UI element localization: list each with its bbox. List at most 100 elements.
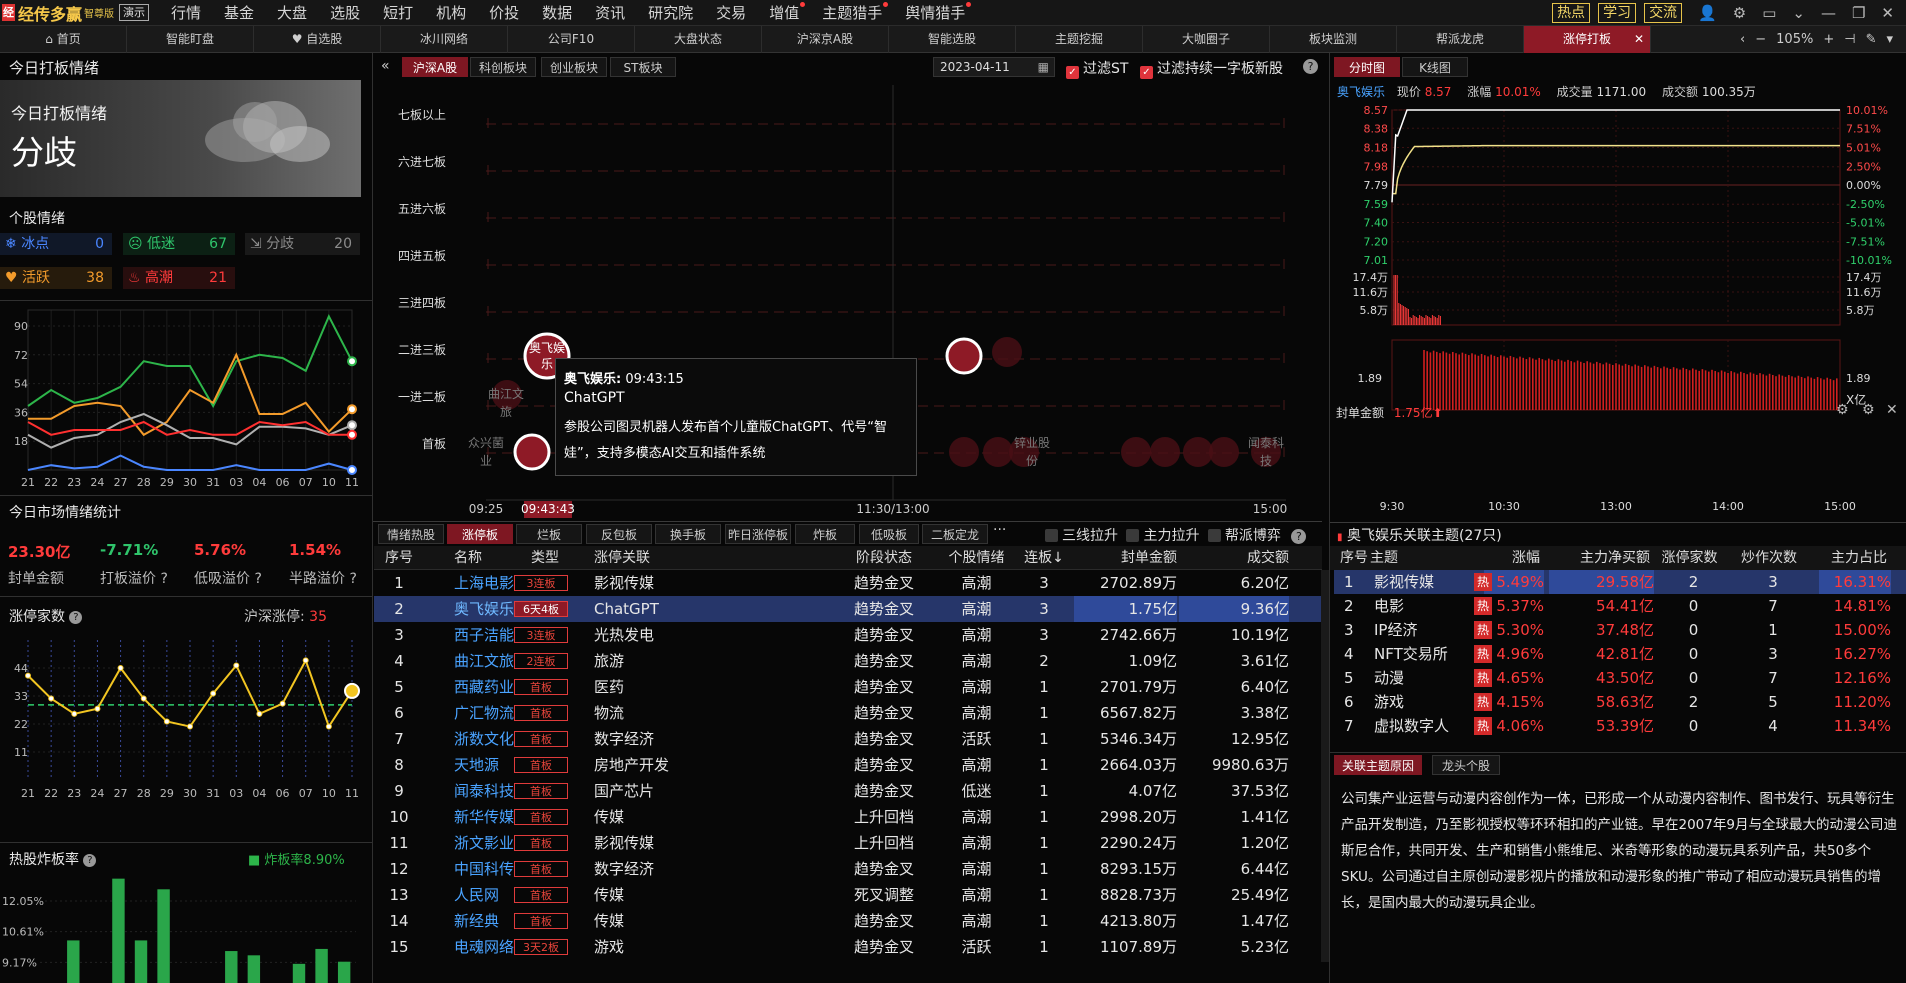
tab-topic-reason[interactable]: 关联主题原因	[1334, 755, 1422, 775]
column-header[interactable]: 序号	[384, 546, 414, 570]
collapse-left-icon[interactable]: «	[381, 58, 390, 74]
list-tab[interactable]: 炸板	[795, 524, 855, 544]
minimize-icon[interactable]: —	[1821, 0, 1836, 26]
close-icon[interactable]: ✕	[1886, 402, 1898, 418]
tab-item[interactable]: 冰川网络	[381, 25, 508, 53]
column-header[interactable]: 封单金额	[1074, 546, 1177, 570]
check-main-force[interactable]: 主力拉升	[1126, 528, 1199, 544]
board-tab[interactable]: 科创板块	[470, 57, 536, 77]
list-tab[interactable]: 涨停板	[447, 524, 513, 544]
mood-tag[interactable]: ☹ 低迷 67	[123, 233, 235, 255]
table-row[interactable]: 12 中国科传 首板 数字经济 趋势金叉 高潮 1 8293.15万 6.44亿	[374, 856, 1321, 882]
tab-item[interactable]: 大盘状态	[635, 25, 762, 53]
table-row[interactable]: 11 浙文影业 首板 影视传媒 上升回档 高潮 1 2290.24万 1.20亿	[374, 830, 1321, 856]
pen-icon[interactable]: ✎	[1866, 32, 1877, 47]
topic-row[interactable]: 5 动漫 4.65% 43.50亿 0 7 12.16% 热	[1334, 666, 1906, 690]
list-tab[interactable]: 昨日涨停板	[725, 524, 791, 544]
board-tab[interactable]: 沪深A股	[402, 57, 468, 77]
topic-column-header[interactable]: 炒作次数	[1735, 546, 1803, 570]
table-row[interactable]: 15 电魂网络 3天2板 游戏 趋势金叉 活跃 1 1107.89万 5.23亿	[374, 934, 1321, 960]
menu-item[interactable]: 交易	[716, 2, 746, 23]
topic-column-header[interactable]: 序号	[1340, 546, 1368, 570]
tab-item[interactable]: 公司F10	[508, 25, 635, 53]
learn-button[interactable]: 学习	[1598, 3, 1637, 23]
menu-item[interactable]: 数据	[542, 2, 572, 23]
table-row[interactable]: 4 曲江文旅 2连板 旅游 趋势金叉 高潮 2 1.09亿 3.61亿	[374, 648, 1321, 674]
menu-item[interactable]: 研究院	[648, 2, 693, 23]
menu-item[interactable]: 大盘	[277, 2, 307, 23]
pin-icon[interactable]: ⊣	[1844, 32, 1855, 47]
table-row[interactable]: 7 浙数文化 首板 数字经济 趋势金叉 活跃 1 5346.34万 12.95亿	[374, 726, 1321, 752]
column-header[interactable]: 成交额	[1179, 546, 1289, 570]
board-tab[interactable]: ST板块	[610, 57, 676, 77]
menu-item[interactable]: 选股	[330, 2, 360, 23]
topic-row[interactable]: 4 NFT交易所 4.96% 42.81亿 0 3 16.27% 热	[1334, 642, 1906, 666]
column-header[interactable]: 类型	[496, 546, 594, 570]
list-tab[interactable]: 低吸板	[859, 524, 919, 544]
list-tab[interactable]: 换手板	[655, 524, 721, 544]
menu-item[interactable]: 行情	[171, 2, 201, 23]
tab-item[interactable]: 沪深京A股	[762, 25, 889, 53]
chevron-left-icon[interactable]: ‹	[1740, 32, 1745, 47]
column-header[interactable]: 阶段状态	[834, 546, 934, 570]
gear-icon[interactable]: ⚙	[1836, 402, 1849, 418]
tab-item[interactable]: 帮派龙虎	[1397, 25, 1524, 53]
chevron-down-icon[interactable]: ⌄	[1792, 0, 1805, 26]
zoom-minus-icon[interactable]: −	[1755, 32, 1766, 47]
date-picker[interactable]: 2023-04-11 ▦	[933, 57, 1055, 77]
menu-item[interactable]: 主题猎手	[822, 2, 889, 23]
mood-tag[interactable]: ❄ 冰点 0	[0, 233, 112, 255]
table-row[interactable]: 13 人民网 首板 传媒 死叉调整 高潮 1 8828.73万 25.49亿	[374, 882, 1321, 908]
topic-column-header[interactable]: 涨停家数	[1652, 546, 1727, 570]
check-three-line[interactable]: 三线拉升	[1045, 528, 1118, 544]
hotspot-button[interactable]: 热点	[1552, 3, 1591, 23]
topic-row[interactable]: 7 虚拟数字人 4.06% 53.39亿 0 4 11.34% 热	[1334, 714, 1906, 738]
close-icon[interactable]: ✕	[1881, 0, 1894, 26]
help-icon[interactable]: ?	[1303, 59, 1318, 74]
mood-tag[interactable]: ⇲ 分歧 20	[245, 233, 360, 255]
list-tab[interactable]: 烂板	[516, 524, 582, 544]
list-tab[interactable]: 情绪热股	[378, 524, 444, 544]
filter-st-checkbox[interactable]: ✓ 过滤ST	[1066, 58, 1128, 79]
help-icon[interactable]: ?	[345, 571, 356, 587]
table-scrollbar[interactable]	[1321, 570, 1329, 962]
menu-item[interactable]: 增值	[769, 2, 806, 23]
table-row[interactable]: 2 奥飞娱乐 6天4板 ChatGPT 趋势金叉 高潮 3 1.75亿 9.36亿	[374, 596, 1321, 622]
help-icon[interactable]: ?	[69, 611, 83, 624]
column-header[interactable]: 个股情绪	[934, 546, 1019, 570]
list-tab[interactable]: 反包板	[586, 524, 652, 544]
help-icon[interactable]: ?	[156, 571, 167, 587]
table-row[interactable]: 14 新经典 首板 传媒 趋势金叉 高潮 1 4213.80万 1.47亿	[374, 908, 1321, 934]
help-icon[interactable]: ?	[83, 854, 97, 867]
table-row[interactable]: 8 天地源 首板 房地产开发 趋势金叉 高潮 1 2664.03万 9980.63万	[374, 752, 1321, 778]
topic-row[interactable]: 1 影视传媒 5.49% 29.58亿 2 3 16.31% 热	[1334, 570, 1906, 594]
menu-item[interactable]: 资讯	[595, 2, 625, 23]
menu-item[interactable]: 短打	[383, 2, 413, 23]
more-icon[interactable]: ▾	[1886, 32, 1893, 47]
table-row[interactable]: 10 新华传媒 首板 传媒 上升回档 高潮 1 2998.20万 1.41亿	[374, 804, 1321, 830]
topic-column-header[interactable]: 主力净买额	[1545, 546, 1650, 570]
app-logo[interactable]: 经 经传多赢 智尊版 演示	[0, 0, 150, 26]
tab-item[interactable]: 大咖圈子	[1143, 25, 1270, 53]
tab-leading-stocks[interactable]: 龙头个股	[1432, 755, 1500, 775]
menu-item[interactable]: 舆情猎手	[905, 2, 972, 23]
tab-kline[interactable]: K线图	[1402, 57, 1468, 77]
table-row[interactable]: 3 西子洁能 3连板 光热发电 趋势金叉 高潮 3 2742.66万 10.19亿	[374, 622, 1321, 648]
exchange-button[interactable]: 交流	[1644, 3, 1683, 23]
table-row[interactable]: 5 西藏药业 首板 医药 趋势金叉 高潮 1 2701.79万 6.40亿	[374, 674, 1321, 700]
table-row[interactable]: 9 闻泰科技 首板 国产芯片 趋势金叉 低迷 1 4.07亿 37.53亿	[374, 778, 1321, 804]
tab-item[interactable]: ⌂ 首页	[0, 25, 127, 53]
zoom-plus-icon[interactable]: +	[1823, 32, 1834, 47]
topic-row[interactable]: 6 游戏 4.15% 58.63亿 2 5 11.20% 热	[1334, 690, 1906, 714]
mood-tag[interactable]: ♨ 高潮 21	[123, 267, 235, 289]
menu-item[interactable]: 价投	[489, 2, 519, 23]
restore-icon[interactable]: ❐	[1852, 0, 1865, 26]
tab-intraday[interactable]: 分时图	[1334, 57, 1400, 77]
check-faction[interactable]: 帮派博弈	[1207, 528, 1281, 544]
user-icon[interactable]: 👤	[1698, 0, 1717, 26]
column-header[interactable]: 连板↓	[1019, 546, 1069, 570]
tab-item[interactable]: 涨停打板 ✕	[1524, 25, 1651, 53]
topic-column-header[interactable]: 主力占比	[1815, 546, 1887, 570]
menu-item[interactable]: 机构	[436, 2, 466, 23]
help-icon[interactable]: ?	[250, 571, 261, 587]
